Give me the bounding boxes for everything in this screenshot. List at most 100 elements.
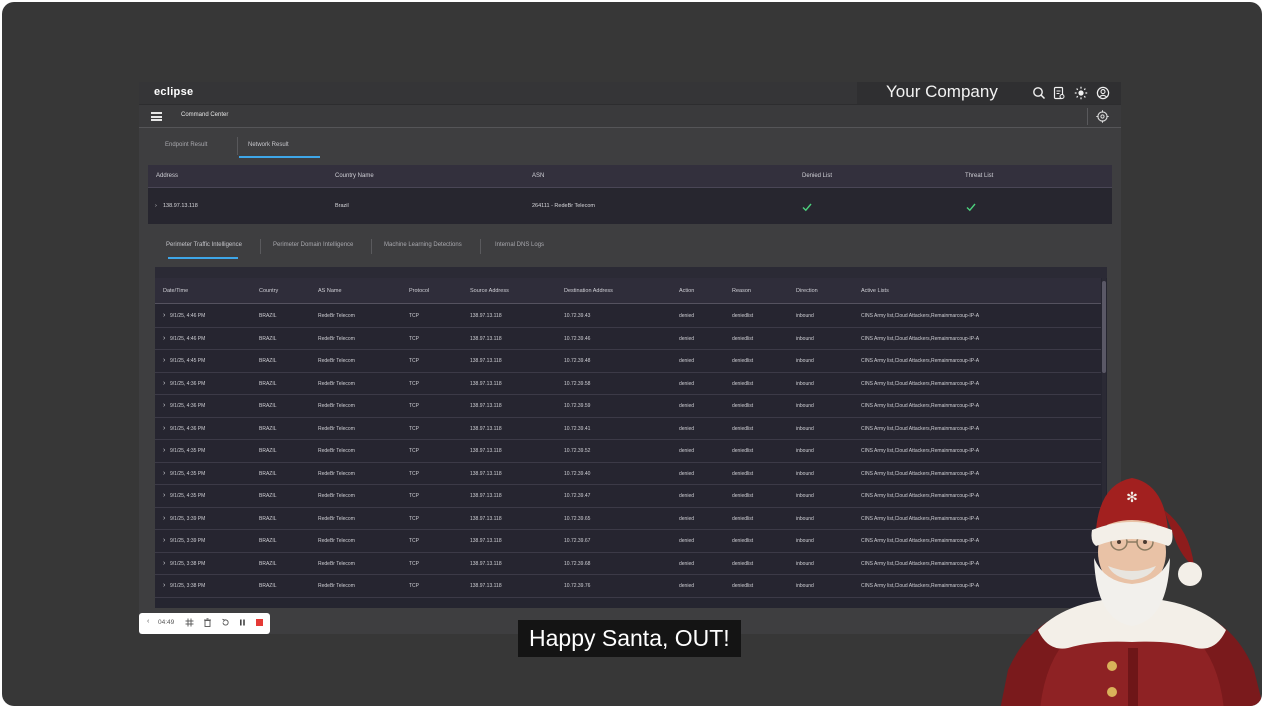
table-row[interactable]: › 9/1/25, 3:38 PM BRAZIL RedeBr Telecom TCP 1… (155, 552, 1101, 575)
cell-action: denied (679, 448, 695, 454)
cell-country: BRAZIL (259, 583, 277, 589)
tab-internal-dns[interactable]: Internal DNS Logs (495, 242, 544, 248)
stop-icon[interactable] (256, 619, 263, 626)
cell-reason: deniedlist (732, 358, 754, 364)
cell-direction: inbound (796, 470, 814, 477)
crosshair-icon[interactable] (1096, 110, 1109, 123)
chevron-right-icon[interactable]: › (163, 380, 165, 387)
eclipse-app-window: eclipse Your Company Command Center Endp… (139, 82, 1121, 634)
traffic-table: Date/Time Country AS Name Protocol Sourc… (155, 267, 1107, 608)
tab-perimeter-traffic[interactable]: Perimeter Traffic Intelligence (166, 242, 242, 248)
svg-text:✻: ✻ (1126, 490, 1138, 506)
table-row[interactable]: › 9/1/25, 4:35 PM BRAZIL RedeBr Telecom TCP 1… (155, 462, 1101, 485)
table-row[interactable]: › 9/1/25, 4:45 PM BRAZIL RedeBr Telecom TCP 1… (155, 350, 1101, 373)
tab-machine-learning[interactable]: Machine Learning Detections (384, 242, 462, 248)
col-as-name[interactable]: AS Name (318, 288, 342, 294)
col-datetime[interactable]: Date/Time (163, 288, 188, 294)
cell-destination-address: 10.72.39.43 (564, 313, 591, 319)
col-active-lists[interactable]: Active Lists (861, 288, 889, 294)
table-row[interactable]: › 9/1/25, 4:36 PM BRAZIL RedeBr Telecom TCP 1… (155, 417, 1101, 440)
col-source-address[interactable]: Source Address (470, 288, 509, 294)
chevron-right-icon[interactable]: › (163, 357, 165, 364)
hamburger-icon[interactable] (151, 112, 162, 121)
company-name: Your Company (886, 82, 998, 101)
cell-protocol: TCP (409, 448, 419, 454)
trash-icon[interactable] (203, 618, 212, 629)
summary-row[interactable]: › 138.97.13.118 Brazil 264111 - RedeBr T… (148, 189, 1112, 224)
cell-reason: deniedlist (732, 448, 754, 454)
col-reason[interactable]: Reason (732, 288, 751, 294)
cell-as-name: RedeBr Telecom (318, 380, 355, 387)
table-row[interactable]: › 9/1/25, 4:35 PM BRAZIL RedeBr Telecom TCP 1… (155, 440, 1101, 463)
tab-endpoint-result[interactable]: Endpoint Result (165, 142, 207, 148)
summary-col-denied: Denied List (802, 173, 833, 179)
cell-action: denied (679, 313, 695, 319)
summary-col-threat: Threat List (965, 173, 994, 179)
tab-perimeter-domain[interactable]: Perimeter Domain Intelligence (273, 242, 353, 248)
cell-datetime: 9/1/25, 3:39 PM (170, 538, 206, 544)
cell-source-address: 138.97.13.118 (470, 515, 502, 522)
cell-reason: deniedlist (732, 583, 754, 589)
cell-as-name: RedeBr Telecom (318, 560, 355, 567)
cell-as-name: RedeBr Telecom (318, 583, 355, 589)
table-toolbar-strip (155, 267, 1107, 278)
col-destination-address[interactable]: Destination Address (564, 288, 613, 294)
chevron-right-icon[interactable]: › (163, 560, 165, 567)
cell-direction: inbound (796, 425, 814, 432)
santa-presenter-image: ✻ (1000, 478, 1262, 706)
tab-network-result[interactable]: Network Result (248, 142, 289, 148)
search-icon[interactable] (1032, 86, 1046, 100)
sun-icon[interactable] (1074, 86, 1088, 100)
restart-icon[interactable] (221, 618, 230, 629)
table-row[interactable]: › 9/1/25, 4:36 PM BRAZIL RedeBr Telecom TCP 1… (155, 372, 1101, 395)
cell-source-address: 138.97.13.118 (470, 448, 502, 454)
chevron-right-icon[interactable]: › (163, 447, 165, 454)
chevron-right-icon[interactable]: › (163, 425, 165, 432)
table-row[interactable]: › 9/1/25, 4:46 PM BRAZIL RedeBr Telecom TCP 1… (155, 327, 1101, 350)
chevron-right-icon[interactable]: › (163, 402, 165, 409)
chevron-right-icon[interactable]: › (163, 537, 165, 544)
recording-timer: 04:49 (158, 619, 175, 626)
col-country[interactable]: Country (259, 288, 278, 294)
cell-reason: deniedlist (732, 538, 754, 544)
table-row[interactable]: › 9/1/25, 4:36 PM BRAZIL RedeBr Telecom TCP 1… (155, 395, 1101, 418)
chevron-right-icon[interactable]: › (163, 515, 165, 522)
table-row[interactable]: › 9/1/25, 4:46 PM BRAZIL RedeBr Telecom TCP 1… (155, 305, 1101, 328)
chevron-right-icon[interactable]: › (163, 312, 165, 319)
scrollbar-thumb[interactable] (1102, 281, 1106, 373)
cell-direction: inbound (796, 380, 814, 387)
col-protocol[interactable]: Protocol (409, 288, 429, 294)
col-direction[interactable]: Direction (796, 288, 818, 294)
cell-country: BRAZIL (259, 380, 277, 387)
chevron-right-icon[interactable]: › (163, 582, 165, 589)
cell-action: denied (679, 425, 695, 432)
active-tab-underline (168, 257, 238, 259)
cell-as-name: RedeBr Telecom (318, 538, 355, 544)
cell-action: denied (679, 493, 695, 499)
table-row[interactable]: › 9/1/25, 3:39 PM BRAZIL RedeBr Telecom TCP 1… (155, 507, 1101, 530)
pause-icon[interactable] (239, 619, 246, 628)
cell-active-lists: CINS Army list,Cloud Attackers,Remainmar… (861, 335, 980, 342)
cell-action: denied (679, 358, 695, 364)
table-row[interactable]: › 9/1/25, 3:39 PM BRAZIL RedeBr Telecom TCP 1… (155, 530, 1101, 553)
cell-protocol: TCP (409, 335, 419, 342)
cell-action: denied (679, 538, 695, 544)
chevron-right-icon[interactable]: › (155, 203, 157, 209)
cell-action: denied (679, 560, 695, 567)
chevron-right-icon[interactable]: › (163, 492, 165, 499)
cell-protocol: TCP (409, 380, 419, 387)
cell-active-lists: CINS Army list,Cloud Attackers,Remainmar… (861, 560, 980, 567)
cell-datetime: 9/1/25, 4:35 PM (170, 448, 206, 454)
table-row[interactable]: › 9/1/25, 3:38 PM BRAZIL RedeBr Telecom TCP 1… (155, 575, 1101, 598)
col-action[interactable]: Action (679, 288, 694, 294)
chevron-right-icon[interactable]: › (163, 335, 165, 342)
chevron-right-icon[interactable]: › (163, 470, 165, 477)
collapse-button[interactable]: ‹ (147, 618, 149, 625)
report-icon[interactable] (1052, 86, 1066, 100)
user-circle-icon[interactable] (1096, 86, 1110, 100)
cell-source-address: 138.97.13.118 (470, 470, 502, 477)
grid-icon[interactable] (185, 618, 194, 629)
cell-protocol: TCP (409, 470, 419, 477)
cell-source-address: 138.97.13.118 (470, 335, 502, 342)
table-row[interactable]: › 9/1/25, 4:35 PM BRAZIL RedeBr Telecom TCP 1… (155, 485, 1101, 508)
